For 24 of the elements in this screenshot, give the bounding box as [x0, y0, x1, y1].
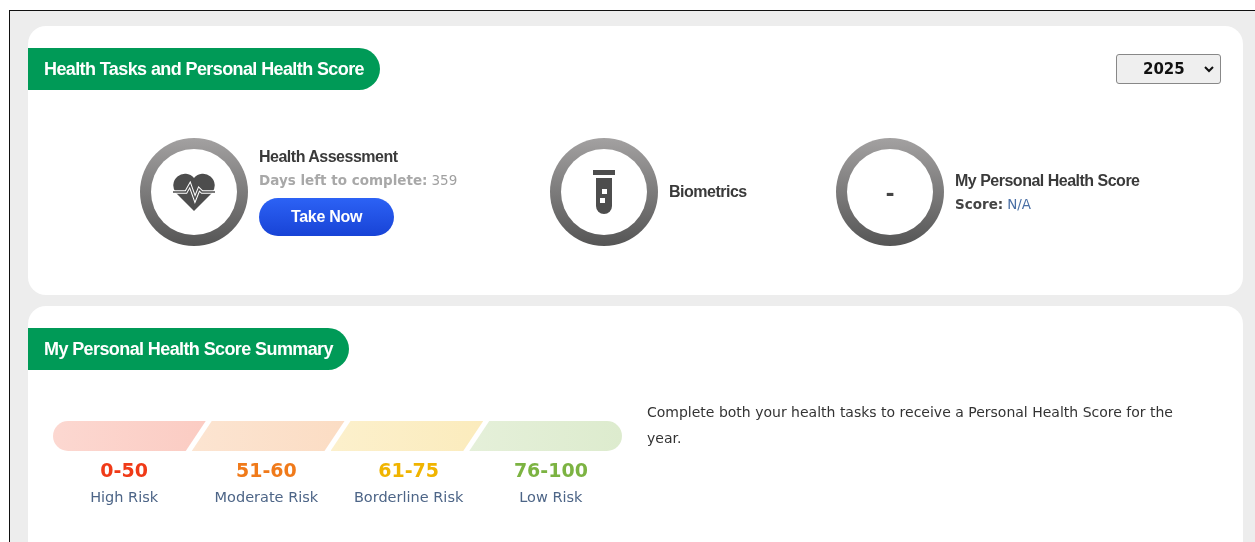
detail-value: N/A — [1007, 196, 1032, 212]
score-range: 51-60 — [236, 459, 297, 481]
test-tube-icon — [593, 170, 615, 214]
score-range: 76-100 — [513, 459, 588, 481]
chevron-down-icon — [1204, 65, 1214, 73]
heart-pulse-icon — [171, 172, 217, 212]
risk-label: Moderate Risk — [214, 489, 319, 505]
summary-message: Complete both your health tasks to receive a Personal Health Score for the year. — [647, 403, 1174, 448]
take-now-button[interactable]: Take Now — [259, 198, 394, 236]
section-title: My Personal Health Score Summary — [28, 328, 349, 370]
detail-value: 359 — [431, 172, 458, 188]
risk-label: Low Risk — [519, 489, 583, 505]
detail-label: Days left to complete: — [259, 172, 428, 188]
detail-label: Score: — [955, 196, 1004, 212]
risk-label: High Risk — [90, 489, 159, 505]
risk-label: Borderline Risk — [353, 489, 464, 505]
year-select[interactable]: 2025 — [1116, 54, 1221, 84]
section-title: Health Tasks and Personal Health Score — [28, 48, 380, 90]
task-title: My Personal Health Score — [955, 172, 1140, 190]
score-range: 61-75 — [378, 459, 439, 481]
score-value: - — [885, 176, 895, 208]
task-title: Health Assessment — [259, 148, 398, 166]
score-range: 0-50 — [100, 459, 148, 481]
task-title: Biometrics — [669, 183, 747, 201]
